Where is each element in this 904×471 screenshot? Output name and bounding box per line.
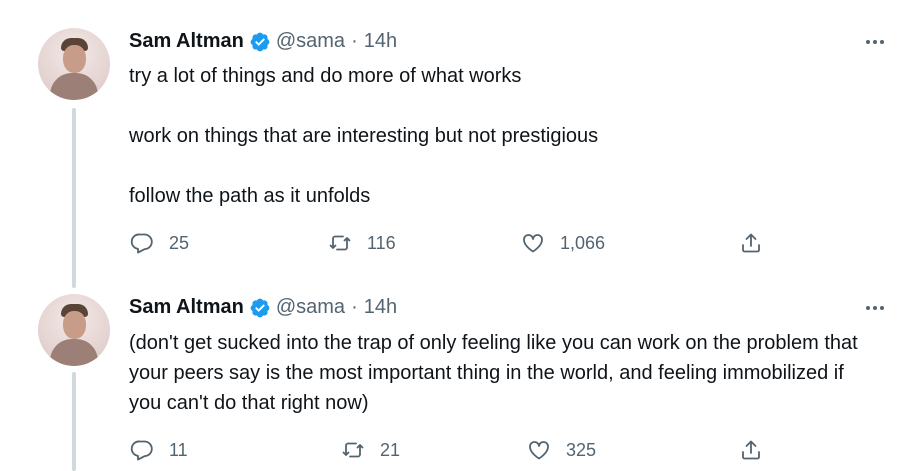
reply-icon [129, 230, 155, 256]
tweet-text: (don't get sucked into the trap of only … [129, 332, 858, 414]
tweet[interactable]: Sam Altman @sama · 14h (don't get sucked… [0, 272, 904, 471]
share-icon [738, 230, 764, 256]
reply-icon [129, 437, 155, 463]
retweet-button[interactable]: 21 [340, 437, 400, 463]
author-handle[interactable]: @sama [276, 30, 345, 53]
separator: · [351, 30, 358, 52]
like-button[interactable]: 1,066 [520, 230, 605, 256]
avatar[interactable] [38, 28, 110, 100]
timestamp[interactable]: 14h [364, 296, 397, 319]
reply-button[interactable]: 11 [129, 437, 188, 463]
heart-icon [520, 230, 546, 256]
timestamp[interactable]: 14h [364, 30, 397, 53]
like-count: 1,066 [560, 232, 606, 253]
like-button[interactable]: 325 [526, 437, 596, 463]
retweet-button[interactable]: 116 [327, 230, 396, 256]
heart-icon [526, 437, 552, 463]
author-handle[interactable]: @sama [276, 296, 345, 319]
reply-button[interactable]: 25 [129, 230, 189, 256]
retweet-icon [327, 230, 353, 256]
share-button[interactable] [738, 437, 764, 463]
share-icon [738, 437, 764, 463]
reply-count: 11 [169, 439, 188, 460]
tweet-text: try a lot of things and do more of what … [129, 65, 599, 207]
author-name[interactable]: Sam Altman [129, 296, 244, 319]
tweet-header: Sam Altman @sama · 14h [129, 30, 397, 53]
retweet-count: 116 [367, 232, 396, 253]
separator: · [351, 296, 358, 318]
retweet-count: 21 [380, 439, 401, 460]
share-button[interactable] [738, 230, 764, 256]
verified-badge-icon [249, 31, 271, 53]
more-options-icon[interactable] [860, 298, 890, 318]
verified-badge-icon [249, 297, 271, 319]
tweet-header: Sam Altman @sama · 14h [129, 296, 397, 319]
avatar[interactable] [38, 294, 110, 366]
more-options-icon[interactable] [860, 32, 890, 52]
author-name[interactable]: Sam Altman [129, 30, 244, 53]
reply-count: 25 [169, 232, 190, 253]
retweet-icon [340, 437, 366, 463]
like-count: 325 [566, 439, 597, 460]
tweet[interactable]: Sam Altman @sama · 14h try a lot of thin… [0, 0, 904, 272]
